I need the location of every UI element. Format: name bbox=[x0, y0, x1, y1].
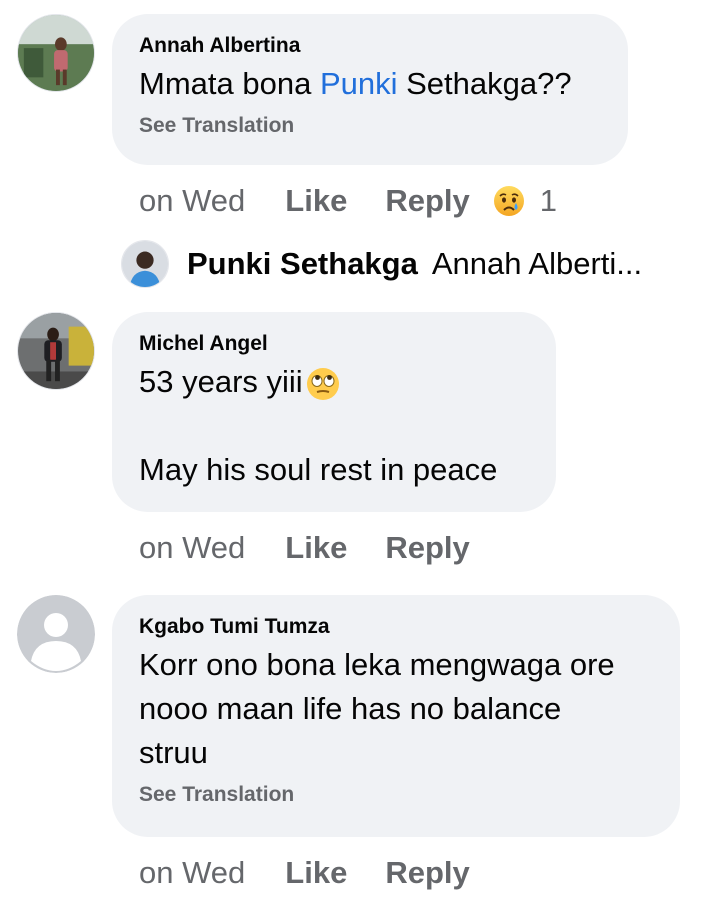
eye-roll-emoji-icon bbox=[306, 367, 339, 400]
comment-bubble: Michel Angel 53 years yiii May his soul … bbox=[112, 312, 556, 512]
reply-preview[interactable]: Punki Sethakga Annah Alberti... bbox=[121, 240, 642, 288]
comment-text-line: May his soul rest in peace bbox=[139, 452, 498, 487]
photo-avatar-icon bbox=[18, 15, 94, 91]
reaction-summary[interactable]: 1 bbox=[492, 183, 557, 219]
avatar-annah-albertina[interactable] bbox=[17, 14, 95, 92]
see-translation-link[interactable]: See Translation bbox=[139, 783, 653, 807]
avatar-punki-sethakga bbox=[121, 240, 169, 288]
mention-link[interactable]: Punki bbox=[320, 66, 398, 101]
comment-author[interactable]: Kgabo Tumi Tumza bbox=[139, 615, 653, 639]
comment-actions: on Wed Like Reply 1 bbox=[139, 179, 557, 223]
reply-button[interactable]: Reply bbox=[385, 855, 469, 891]
comment-bubble: Annah Albertina Mmata bona Punki Sethakg… bbox=[112, 14, 628, 165]
see-translation-link[interactable]: See Translation bbox=[139, 114, 601, 138]
avatar-kgabo-tumi-tumza[interactable] bbox=[17, 595, 95, 673]
reply-author[interactable]: Punki Sethakga bbox=[187, 246, 418, 282]
comment-text: Korr ono bona leka mengwaga ore nooo maa… bbox=[139, 647, 615, 770]
reply-button[interactable]: Reply bbox=[385, 530, 469, 566]
sad-tear-emoji-icon bbox=[493, 186, 524, 216]
comment-time[interactable]: on Wed bbox=[139, 530, 245, 566]
reply-snippet: Annah Alberti... bbox=[431, 246, 643, 281]
reaction-count: 1 bbox=[539, 183, 557, 218]
comment-author[interactable]: Michel Angel bbox=[139, 332, 529, 356]
like-button[interactable]: Like bbox=[285, 530, 347, 566]
avatar-michel-angel[interactable] bbox=[17, 312, 95, 390]
comment-actions: on Wed Like Reply bbox=[139, 526, 508, 570]
comment-bubble: Kgabo Tumi Tumza Korr ono bona leka meng… bbox=[112, 595, 680, 837]
photo-avatar-icon bbox=[122, 241, 168, 287]
comment-time[interactable]: on Wed bbox=[139, 855, 245, 891]
like-button[interactable]: Like bbox=[285, 183, 347, 219]
comment-author[interactable]: Annah Albertina bbox=[139, 34, 601, 58]
comment-time[interactable]: on Wed bbox=[139, 183, 245, 219]
photo-avatar-icon bbox=[18, 313, 94, 389]
comment-actions: on Wed Like Reply bbox=[139, 851, 508, 895]
comment-text-line: 53 years yiii bbox=[139, 360, 529, 404]
default-user-avatar-icon bbox=[17, 595, 95, 673]
like-button[interactable]: Like bbox=[285, 855, 347, 891]
comment-text: Mmata bona Punki Sethakga?? bbox=[139, 66, 572, 101]
reply-button[interactable]: Reply bbox=[385, 183, 469, 219]
